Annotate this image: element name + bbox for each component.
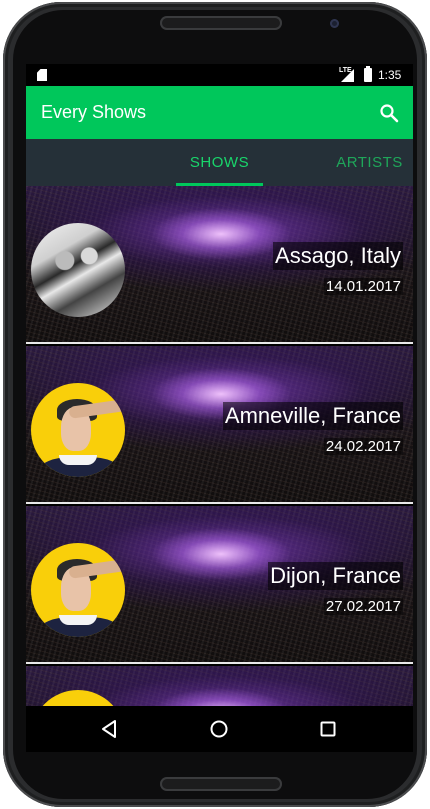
phone-frame: LTE 1:35 Every Shows SHOWS ARTISTS Assag… (3, 2, 427, 807)
tab-artists[interactable]: ARTISTS (326, 139, 413, 186)
list-item[interactable]: Amneville, France 24.02.2017 (26, 346, 413, 504)
sd-card-icon (37, 69, 47, 81)
status-bar: LTE 1:35 (26, 64, 413, 86)
shows-list[interactable]: Assago, Italy 14.01.2017 Amneville, Fran… (26, 186, 413, 706)
app-bar: Every Shows (26, 86, 413, 139)
network-type-label: LTE (339, 67, 352, 74)
show-place: Dijon, France (268, 562, 403, 590)
tab-bar: SHOWS ARTISTS (26, 139, 413, 186)
artist-avatar (31, 690, 125, 706)
show-date: 14.01.2017 (323, 278, 403, 295)
bottom-speaker (160, 777, 282, 791)
show-place: Amneville, France (222, 402, 403, 430)
recents-icon[interactable] (317, 718, 339, 740)
artist-avatar (31, 543, 125, 637)
front-camera (330, 19, 339, 28)
status-time: 1:35 (378, 68, 402, 82)
list-item[interactable]: Dijon, France 27.02.2017 (26, 506, 413, 664)
list-item[interactable] (26, 666, 413, 706)
search-icon[interactable] (379, 103, 399, 123)
top-speaker (160, 16, 282, 30)
navigation-bar (26, 706, 413, 752)
artist-avatar (31, 383, 125, 477)
list-item[interactable]: Assago, Italy 14.01.2017 (26, 186, 413, 344)
back-icon[interactable] (99, 718, 121, 740)
show-date: 27.02.2017 (323, 598, 403, 615)
battery-icon (364, 66, 372, 82)
show-date: 24.02.2017 (323, 438, 403, 455)
screen: LTE 1:35 Every Shows SHOWS ARTISTS Assag… (26, 64, 413, 752)
show-place: Assago, Italy (273, 242, 403, 270)
app-title: Every Shows (41, 102, 147, 122)
home-icon[interactable] (208, 718, 230, 740)
artist-avatar (31, 223, 125, 317)
tab-shows[interactable]: SHOWS (176, 139, 263, 186)
